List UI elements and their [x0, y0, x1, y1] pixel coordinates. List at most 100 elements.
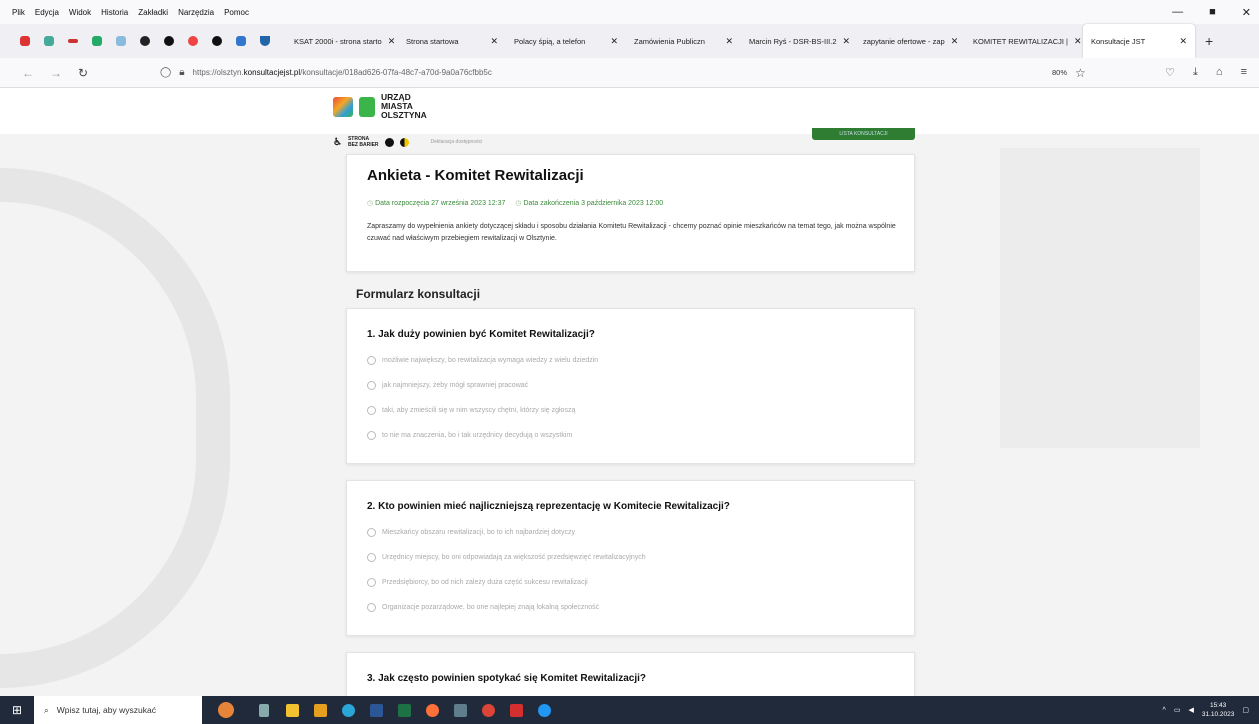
tab-label: Strona startowa [406, 36, 459, 46]
radio-button[interactable] [367, 553, 376, 562]
tab[interactable]: KSAT 2000i - strona starto ✕ [286, 24, 398, 58]
menu-file[interactable]: Plik [12, 8, 25, 17]
accessibility-declaration-link[interactable]: Deklaracja dostępności [431, 139, 483, 145]
radio-button[interactable] [367, 528, 376, 537]
maximize-icon[interactable]: ■ [1209, 6, 1216, 19]
pinned-tab-icon[interactable] [188, 36, 198, 46]
forward-icon[interactable]: → [50, 66, 62, 80]
high-contrast-icon[interactable] [399, 137, 409, 147]
download-icon[interactable]: ⤓ [1193, 66, 1198, 79]
tab[interactable]: Zamówienia Publiczn ✕ [626, 24, 741, 58]
answer-option[interactable]: jak najmniejszy, żeby mógł sprawniej pra… [367, 373, 894, 398]
answer-option[interactable]: Mieszkańcy obszaru rewitalizacji, bo to … [367, 520, 894, 545]
menu-hamburger-icon[interactable]: ≡ [1241, 66, 1247, 79]
tab-active[interactable]: Konsultacje JST ✕ [1083, 24, 1195, 58]
tab-label: Polacy śpią, a telefon [514, 36, 586, 46]
pinned-tab-icon[interactable] [140, 36, 150, 46]
task-view-icon[interactable] [250, 696, 278, 724]
radio-button[interactable] [367, 381, 376, 390]
tab-label: KSAT 2000i - strona starto [294, 36, 382, 46]
pinned-tab-icon[interactable] [20, 36, 30, 46]
consultation-list-button[interactable]: LISTA KONSULTACJI [812, 128, 915, 140]
tab[interactable]: Strona startowa ✕ [398, 24, 506, 58]
edge-icon[interactable] [334, 696, 362, 724]
chevron-up-icon[interactable]: ^ [1163, 707, 1166, 714]
pinned-tab-icon[interactable] [236, 36, 246, 46]
pinned-tab-icon[interactable] [44, 36, 54, 46]
pinned-tab-icon[interactable] [68, 39, 78, 43]
taskbar-clock[interactable]: 15:43 31.10.2023 [1202, 701, 1235, 719]
notifications-icon[interactable]: ▢ [1242, 706, 1249, 714]
lock-icon[interactable]: 🔒︎ [179, 67, 184, 78]
radio-button[interactable] [367, 406, 376, 415]
volume-icon[interactable]: ◀︎ [1188, 706, 1193, 714]
answer-option[interactable]: to nie ma znaczenia, bo i tak urzędnicy … [367, 423, 894, 448]
chrome-icon[interactable] [474, 696, 502, 724]
answer-option[interactable]: Przedsiębiorcy, bo od nich zależy duża c… [367, 570, 894, 595]
taskbar-search[interactable]: ⌕ Wpisz tutaj, aby wyszukać [34, 696, 202, 724]
globe-icon[interactable] [164, 36, 174, 46]
radio-button[interactable] [367, 356, 376, 365]
answer-option[interactable]: Urzędnicy miejscy, bo oni odpowiadają za… [367, 545, 894, 570]
bookmark-star-icon[interactable]: ☆ [1075, 66, 1086, 80]
search-icon: ⌕ [44, 704, 49, 715]
navigation-bar: ← → ↻ ◯ 🔒︎ https://olsztyn.konsultacjejs… [0, 58, 1259, 88]
tab[interactable]: KOMITET REWITALIZACJI | ✕ [965, 24, 1083, 58]
close-tab-icon[interactable]: ✕ [725, 36, 733, 47]
close-tab-icon[interactable]: ✕ [490, 36, 498, 47]
app-icon[interactable] [446, 696, 474, 724]
firefox-icon[interactable] [418, 696, 446, 724]
answer-option[interactable]: taki, aby zmieścili się w nim wszyscy ch… [367, 398, 894, 423]
close-tab-icon[interactable]: ✕ [1179, 36, 1187, 47]
windows-start-icon[interactable]: ⊞ [0, 703, 34, 717]
new-tab-icon[interactable]: + [1205, 33, 1213, 49]
file-explorer-icon[interactable] [278, 696, 306, 724]
menu-edit[interactable]: Edycja [35, 8, 59, 17]
taskbar-weather-icon[interactable] [202, 696, 250, 724]
system-tray: ^ ▭ ◀︎ 15:43 31.10.2023 ▢ [1163, 696, 1249, 724]
pinned-tab-icon[interactable] [92, 36, 102, 46]
address-bar[interactable]: ◯ 🔒︎ https://olsztyn.konsultacjejst.pl/k… [160, 67, 492, 78]
menu-history[interactable]: Historia [101, 8, 128, 17]
excel-icon[interactable] [390, 696, 418, 724]
reload-icon[interactable]: ↻ [78, 66, 88, 80]
minimize-icon[interactable]: — [1172, 6, 1183, 19]
survey-intro-card: Ankieta - Komitet Rewitalizacji ◷ Data r… [346, 154, 915, 272]
extensions-icon[interactable]: ⌂ [1216, 66, 1223, 79]
menu-tools[interactable]: Narzędzia [178, 8, 214, 17]
app-icon[interactable] [530, 696, 558, 724]
tab[interactable]: Polacy śpią, a telefon ✕ [506, 24, 626, 58]
network-icon[interactable]: ▭ [1174, 706, 1181, 714]
back-icon[interactable]: ← [22, 66, 34, 80]
zoom-level[interactable]: 80% [1052, 68, 1067, 77]
word-icon[interactable] [362, 696, 390, 724]
globe-icon[interactable] [212, 36, 222, 46]
menu-help[interactable]: Pomoc [224, 8, 249, 17]
shield-icon[interactable]: ◯ [160, 67, 171, 78]
radio-button[interactable] [367, 578, 376, 587]
menu-view[interactable]: Widok [69, 8, 91, 17]
menu-bookmarks[interactable]: Zakładki [138, 8, 168, 17]
accessibility-icon[interactable]: ♿︎ [333, 137, 342, 148]
close-tab-icon[interactable]: ✕ [610, 36, 618, 47]
acrobat-icon[interactable] [502, 696, 530, 724]
option-label: to nie ma znaczenia, bo i tak urzędnicy … [382, 432, 573, 439]
question-card: 1. Jak duży powinien być Komitet Rewital… [346, 308, 915, 464]
site-logo[interactable]: URZĄD MIASTA OLSZTYNA [333, 93, 427, 120]
answer-option[interactable]: możliwie największy, bo rewitalizacja wy… [367, 348, 894, 373]
close-tab-icon[interactable]: ✕ [951, 36, 959, 47]
close-tab-icon[interactable]: ✕ [843, 36, 851, 47]
app-icon[interactable] [306, 696, 334, 724]
close-tab-icon[interactable]: ✕ [1074, 36, 1082, 47]
radio-button[interactable] [367, 603, 376, 612]
answer-option[interactable]: Organizacje pozarządowe, bo one najlepie… [367, 595, 894, 620]
close-tab-icon[interactable]: ✕ [388, 36, 396, 47]
tab[interactable]: zapytanie ofertowe - zap ✕ [855, 24, 965, 58]
close-window-icon[interactable]: ✕ [1242, 6, 1251, 19]
pinned-tab-icon[interactable] [116, 36, 126, 46]
tab[interactable]: Marcin Ryś - DSR-BS-III.2 ✕ [741, 24, 855, 58]
pocket-icon[interactable]: ♡ [1165, 66, 1175, 79]
pinned-tab-icon[interactable] [260, 36, 270, 46]
radio-button[interactable] [367, 431, 376, 440]
contrast-toggle-icon[interactable] [384, 137, 394, 147]
